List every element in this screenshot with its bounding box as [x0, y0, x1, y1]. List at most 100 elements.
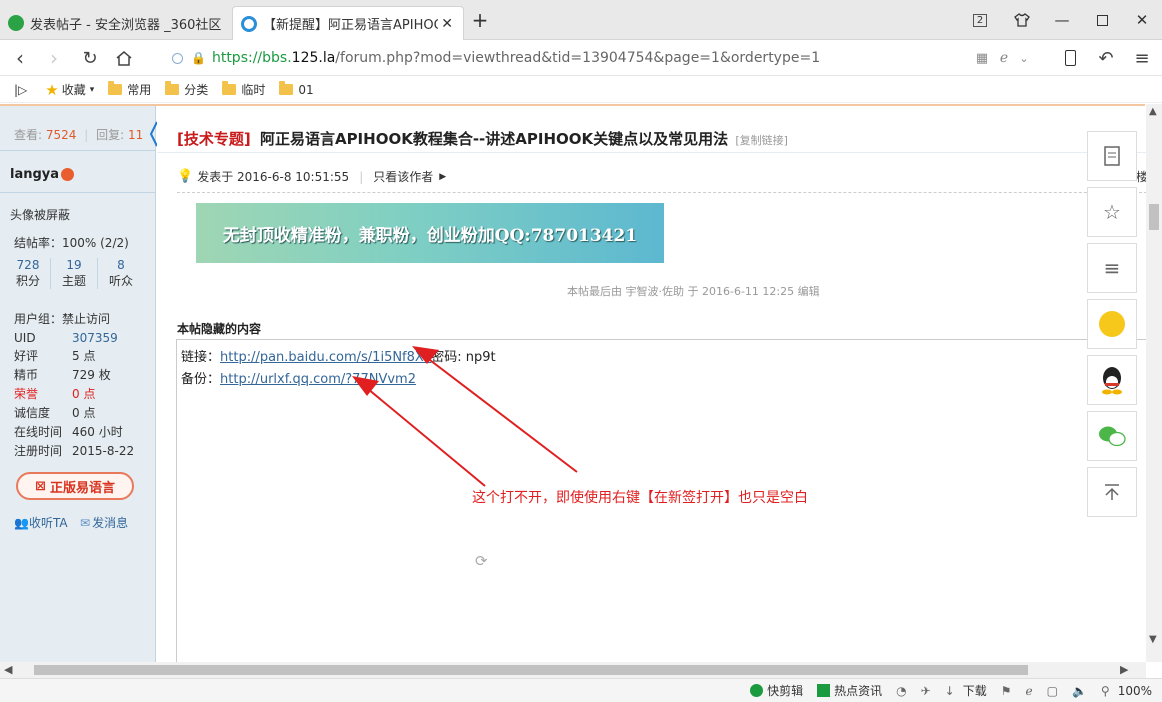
- seal-icon: ⊠: [35, 478, 46, 494]
- stat-followers[interactable]: 8 听众: [98, 258, 144, 289]
- scroll-up-icon[interactable]: ▲: [1149, 106, 1157, 117]
- info-key: 在线时间: [14, 425, 63, 439]
- bookmark-folder[interactable]: 分类: [165, 81, 208, 98]
- tab-inactive[interactable]: 发表帖子 - 安全浏览器 _360社区: [0, 6, 230, 40]
- stat-topics[interactable]: 19 主题: [51, 258, 98, 289]
- quick-edit-button[interactable]: 快剪辑: [750, 682, 803, 699]
- rocket-icon[interactable]: ✈: [921, 684, 931, 698]
- favorite-star-icon[interactable]: ☆: [1087, 187, 1137, 237]
- chevron-down-icon[interactable]: ⌄: [1012, 46, 1036, 70]
- stat-credits[interactable]: 728 积分: [6, 258, 51, 289]
- bookmark-folder[interactable]: 临时: [222, 81, 265, 98]
- close-window-icon[interactable]: ✕: [1130, 8, 1154, 32]
- user-info-row: 精币 729 枚: [14, 365, 134, 384]
- scroll-down-icon[interactable]: ▼: [1149, 634, 1157, 645]
- ie-compat-icon[interactable]: ℯ: [1025, 684, 1032, 698]
- menu-icon[interactable]: ≡: [1130, 46, 1154, 70]
- annotation-arrows: [352, 346, 578, 487]
- url-domain: 125.la: [291, 50, 336, 66]
- badge-label: 正版易语言: [49, 480, 115, 496]
- bookmark-folder[interactable]: 常用: [108, 81, 151, 98]
- qrcode-icon[interactable]: ▦: [970, 46, 994, 70]
- list-menu-icon[interactable]: ≡: [1087, 243, 1137, 293]
- zoom-control[interactable]: ⚲ 100%: [1101, 684, 1152, 698]
- views-count: 7524: [45, 128, 77, 142]
- scroll-thumb[interactable]: [1149, 204, 1159, 230]
- info-value: 0 点: [72, 387, 96, 401]
- star-icon: ★: [45, 80, 59, 99]
- loading-spinner-icon: ⟳: [475, 552, 488, 570]
- 360-logo-icon: [8, 15, 24, 31]
- genuine-badge[interactable]: ⊠ 正版易语言: [16, 472, 134, 500]
- info-value[interactable]: 307359: [72, 330, 134, 346]
- user-info-row: 诚信度 0 点: [14, 403, 134, 422]
- back-icon[interactable]: ‹: [8, 46, 32, 70]
- post-reply-button[interactable]: [1087, 131, 1137, 181]
- favorites-label: 收藏: [61, 83, 86, 97]
- completion-rate: 结帖率：100% (2/2): [14, 236, 129, 250]
- sidebar-toggle-icon[interactable]: |▷: [14, 83, 27, 97]
- play-circle-icon: [750, 684, 764, 697]
- folder-icon: [222, 81, 237, 95]
- stat-value: 19: [66, 258, 82, 272]
- skin-shirt-icon[interactable]: [1010, 8, 1034, 32]
- divider: [0, 192, 155, 193]
- status-label: 下载: [962, 684, 987, 698]
- tab-active[interactable]: 【新提醒】阿正易语言APIHOOK ✕: [232, 6, 464, 40]
- info-key: 荣誉: [14, 387, 39, 401]
- favorites-menu[interactable]: ★ 收藏 ▾: [45, 81, 94, 99]
- forward-icon[interactable]: ›: [42, 46, 66, 70]
- stat-label: 听众: [108, 274, 133, 288]
- qzone-share-icon[interactable]: [1087, 299, 1137, 349]
- username-link[interactable]: langya: [10, 167, 75, 182]
- info-key: 诚信度: [14, 406, 51, 420]
- back-to-top-icon[interactable]: [1087, 467, 1137, 517]
- qq-share-icon[interactable]: [1087, 355, 1137, 405]
- site-eye-icon: [241, 15, 257, 32]
- home-icon[interactable]: [112, 46, 136, 70]
- minimize-icon[interactable]: —: [1050, 8, 1074, 32]
- message-link[interactable]: ✉ 发消息: [80, 514, 128, 531]
- download-icon: ↓: [944, 683, 955, 698]
- scroll-left-icon[interactable]: ◀: [4, 663, 12, 676]
- mobile-icon[interactable]: [1058, 46, 1082, 70]
- status-label: 快剪辑: [767, 684, 804, 698]
- vertical-scrollbar[interactable]: ▲ ▼: [1146, 104, 1162, 662]
- maximize-icon[interactable]: [1090, 8, 1114, 32]
- url-scheme: https://bbs.: [211, 50, 292, 66]
- window-icon[interactable]: ▢: [1047, 684, 1058, 698]
- info-key: 好评: [14, 349, 39, 363]
- replies-count: 11: [128, 128, 144, 142]
- username: langya: [10, 167, 60, 182]
- follow-label: 收听TA: [28, 516, 68, 530]
- horizontal-scrollbar[interactable]: ◀ ▶: [0, 662, 1146, 678]
- info-value: 460 小时: [72, 425, 123, 439]
- flag-icon[interactable]: ⚑: [1001, 684, 1012, 698]
- url-field[interactable]: 🔒 https://bbs. 125.la/forum.php?mod=viewt…: [164, 44, 1044, 72]
- folder-label: 常用: [127, 83, 152, 97]
- undo-icon[interactable]: ↶: [1094, 46, 1118, 70]
- scroll-thumb[interactable]: [34, 665, 1028, 675]
- zoom-icon: ⚲: [1100, 683, 1110, 698]
- close-tab-icon[interactable]: ✕: [441, 16, 453, 32]
- stat-label: 主题: [61, 274, 86, 288]
- wechat-share-icon[interactable]: [1087, 411, 1137, 461]
- user-info-row: 在线时间 460 小时: [14, 422, 134, 441]
- follow-link[interactable]: 👥 收听TA: [14, 514, 68, 531]
- speed-icon[interactable]: ◔: [896, 684, 906, 698]
- hot-news-button[interactable]: 热点资讯: [817, 682, 882, 699]
- author-sidebar: 查看: 7524 | 回复: 11 langya 头像被屏蔽 结帖率：100% …: [0, 106, 158, 662]
- security-info-icon[interactable]: [172, 52, 183, 64]
- thread-stats: 查看: 7524 | 回复: 11: [14, 128, 144, 142]
- volume-icon[interactable]: 🔈: [1072, 684, 1087, 698]
- scroll-right-icon[interactable]: ▶: [1120, 663, 1128, 676]
- refresh-icon[interactable]: ↻: [78, 46, 102, 70]
- new-tab-icon[interactable]: +: [468, 8, 492, 32]
- folder-label: 01: [298, 82, 314, 97]
- tab-bar: 发表帖子 - 安全浏览器 _360社区 【新提醒】阿正易语言APIHOOK ✕ …: [0, 0, 1162, 40]
- info-value: 2015-8-22: [72, 443, 135, 458]
- download-button[interactable]: ↓ 下载: [945, 682, 987, 699]
- bookmark-folder[interactable]: 01: [279, 81, 314, 97]
- folder-label: 临时: [241, 83, 266, 97]
- window-count-badge[interactable]: 2: [968, 8, 992, 32]
